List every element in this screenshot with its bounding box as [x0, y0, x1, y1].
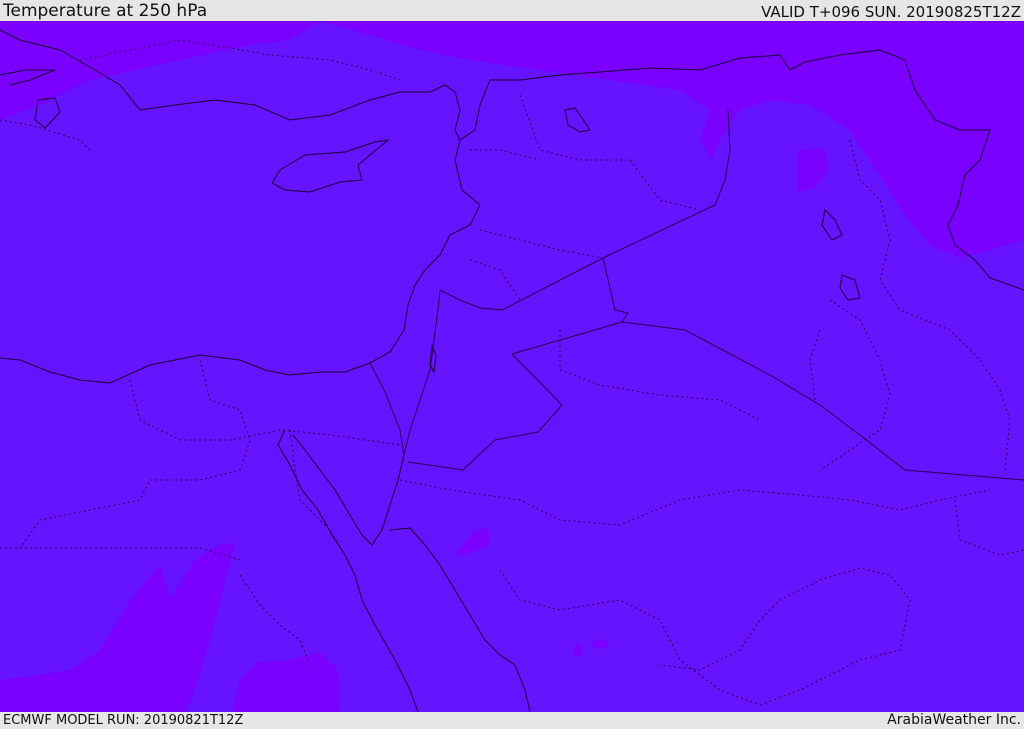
map-canvas: [0, 21, 1024, 712]
valid-time: VALID T+096 SUN. 20190825T12Z: [761, 3, 1021, 21]
header-bar: Temperature at 250 hPa VALID T+096 SUN. …: [0, 0, 1024, 21]
warm-region-patch-2: [592, 639, 608, 649]
footer-bar: ECMWF MODEL RUN: 20190821T12Z ArabiaWeat…: [0, 712, 1024, 729]
weather-map[interactable]: [0, 21, 1024, 712]
credit-text: ArabiaWeather Inc.: [887, 712, 1021, 728]
model-run: ECMWF MODEL RUN: 20190821T12Z: [3, 713, 244, 728]
warm-region-patch-3: [573, 644, 583, 656]
map-title: Temperature at 250 hPa: [3, 1, 208, 21]
